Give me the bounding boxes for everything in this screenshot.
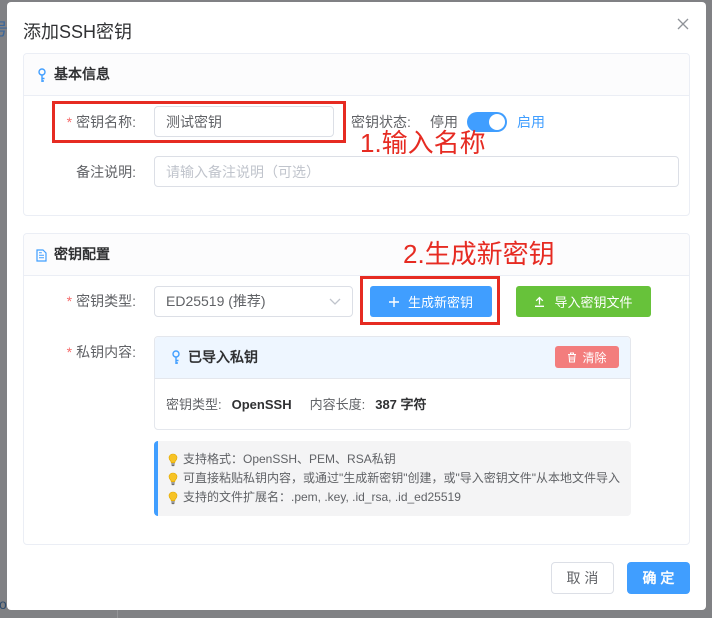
tips-box: 支持格式：OpenSSH、PEM、RSA私钥 可直接粘贴私钥内容，或通过"生成新… [154,441,631,516]
annotation-box-step2 [360,276,500,325]
tip-text: 可直接粘贴私钥内容，或通过"生成新密钥"创建，或"导入密钥文件"从本地文件导入 [183,471,621,485]
basic-info-title: 基本信息 [54,66,110,82]
close-icon[interactable] [677,18,689,30]
cancel-button[interactable]: 取 消 [551,562,614,594]
tip-item: 支持格式：OpenSSH、PEM、RSA私钥 [168,450,631,469]
key-config-card: 密钥配置 * 密钥类型: ED25519 (推荐) 生成新密钥 导入密钥文件 * 私… [23,233,690,545]
required-mark: * [66,344,73,360]
tip-item: 可直接粘贴私钥内容，或通过"生成新密钥"创建，或"导入密钥文件"从本地文件导入 [168,469,631,488]
toggle-knob [489,114,505,130]
background-divider [117,610,118,618]
document-icon [36,249,47,262]
lightbulb-icon [168,491,178,505]
tip-text: 支持的文件扩展名：.pem, .key, .id_rsa, .id_ed2551… [183,490,461,504]
annotation-step1: 1.输入名称 [360,128,486,158]
clear-key-label: 清除 [582,350,607,365]
trash-icon [567,352,577,363]
lightbulb-icon [168,453,178,467]
key-type-label-text: 密钥类型: [76,293,136,309]
clear-key-button[interactable]: 清除 [555,346,619,368]
private-key-label: * 私钥内容: [34,342,136,362]
private-key-label-text: 私钥内容: [76,344,136,360]
key-type-label: * 密钥类型: [34,291,136,311]
key-config-header: 密钥配置 [24,234,689,276]
upload-icon [534,296,545,307]
tip-item: 支持的文件扩展名：.pem, .key, .id_rsa, .id_ed2551… [168,488,631,507]
confirm-button[interactable]: 确 定 [627,562,690,594]
annotation-step2: 2.生成新密钥 [403,239,555,269]
add-ssh-key-dialog: 添加SSH密钥 基本信息 *密钥名称: 密钥状态: 停用 启用 备注说明: 密钥… [7,2,706,610]
key-icon [171,350,181,365]
basic-info-header: 基本信息 [24,54,689,96]
remark-label: 备注说明: [76,164,136,180]
content-length-label: 内容长度: [309,397,366,412]
lightbulb-icon [168,472,178,486]
imported-key-info: 密钥类型: OpenSSH 内容长度: 387 字符 [166,395,427,415]
imported-key-panel: 已导入私钥 清除 密钥类型: OpenSSH 内容长度: 387 字符 [154,336,631,430]
content-length-value: 387 字符 [375,397,427,412]
imported-key-title: 已导入私钥 [188,349,258,365]
import-key-file-label: 导入密钥文件 [554,295,633,310]
key-config-title: 密钥配置 [54,246,110,262]
key-type-info-value: OpenSSH [231,397,292,412]
dialog-title: 添加SSH密钥 [23,22,133,42]
annotation-box-step1 [52,101,346,143]
import-key-file-button[interactable]: 导入密钥文件 [516,286,651,317]
chevron-down-icon[interactable] [329,298,341,305]
remark-input[interactable] [154,156,679,187]
key-type-selected: ED25519 (推荐) [166,293,266,309]
tip-text: 支持格式：OpenSSH、PEM、RSA私钥 [183,452,396,466]
key-type-select[interactable]: ED25519 (推荐) [154,286,353,317]
imported-key-panel-header: 已导入私钥 清除 [155,337,630,379]
key-icon [37,68,47,83]
close-button[interactable] [675,16,691,32]
required-mark: * [66,293,73,309]
status-on-text[interactable]: 启用 [517,112,545,132]
key-type-info-label: 密钥类型: [166,397,222,412]
